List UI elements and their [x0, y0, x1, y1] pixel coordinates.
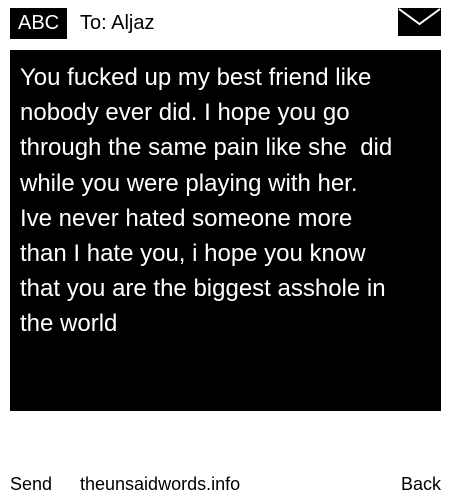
softkey-bar: Send theunsaidwords.info Back [0, 472, 450, 496]
input-mode-badge[interactable]: ABC [10, 8, 68, 39]
message-header: ABC To: Aljaz [10, 7, 441, 39]
envelope-icon [398, 8, 441, 36]
recipient-label[interactable]: To: Aljaz [80, 8, 154, 39]
site-label: theunsaidwords.info [80, 474, 241, 494]
phone-screen: ABC To: Aljaz You fucked up my best frie… [0, 0, 450, 500]
send-softkey[interactable]: Send [10, 472, 52, 496]
message-body[interactable]: You fucked up my best friend like nobody… [10, 50, 441, 411]
back-softkey[interactable]: Back [401, 472, 441, 496]
